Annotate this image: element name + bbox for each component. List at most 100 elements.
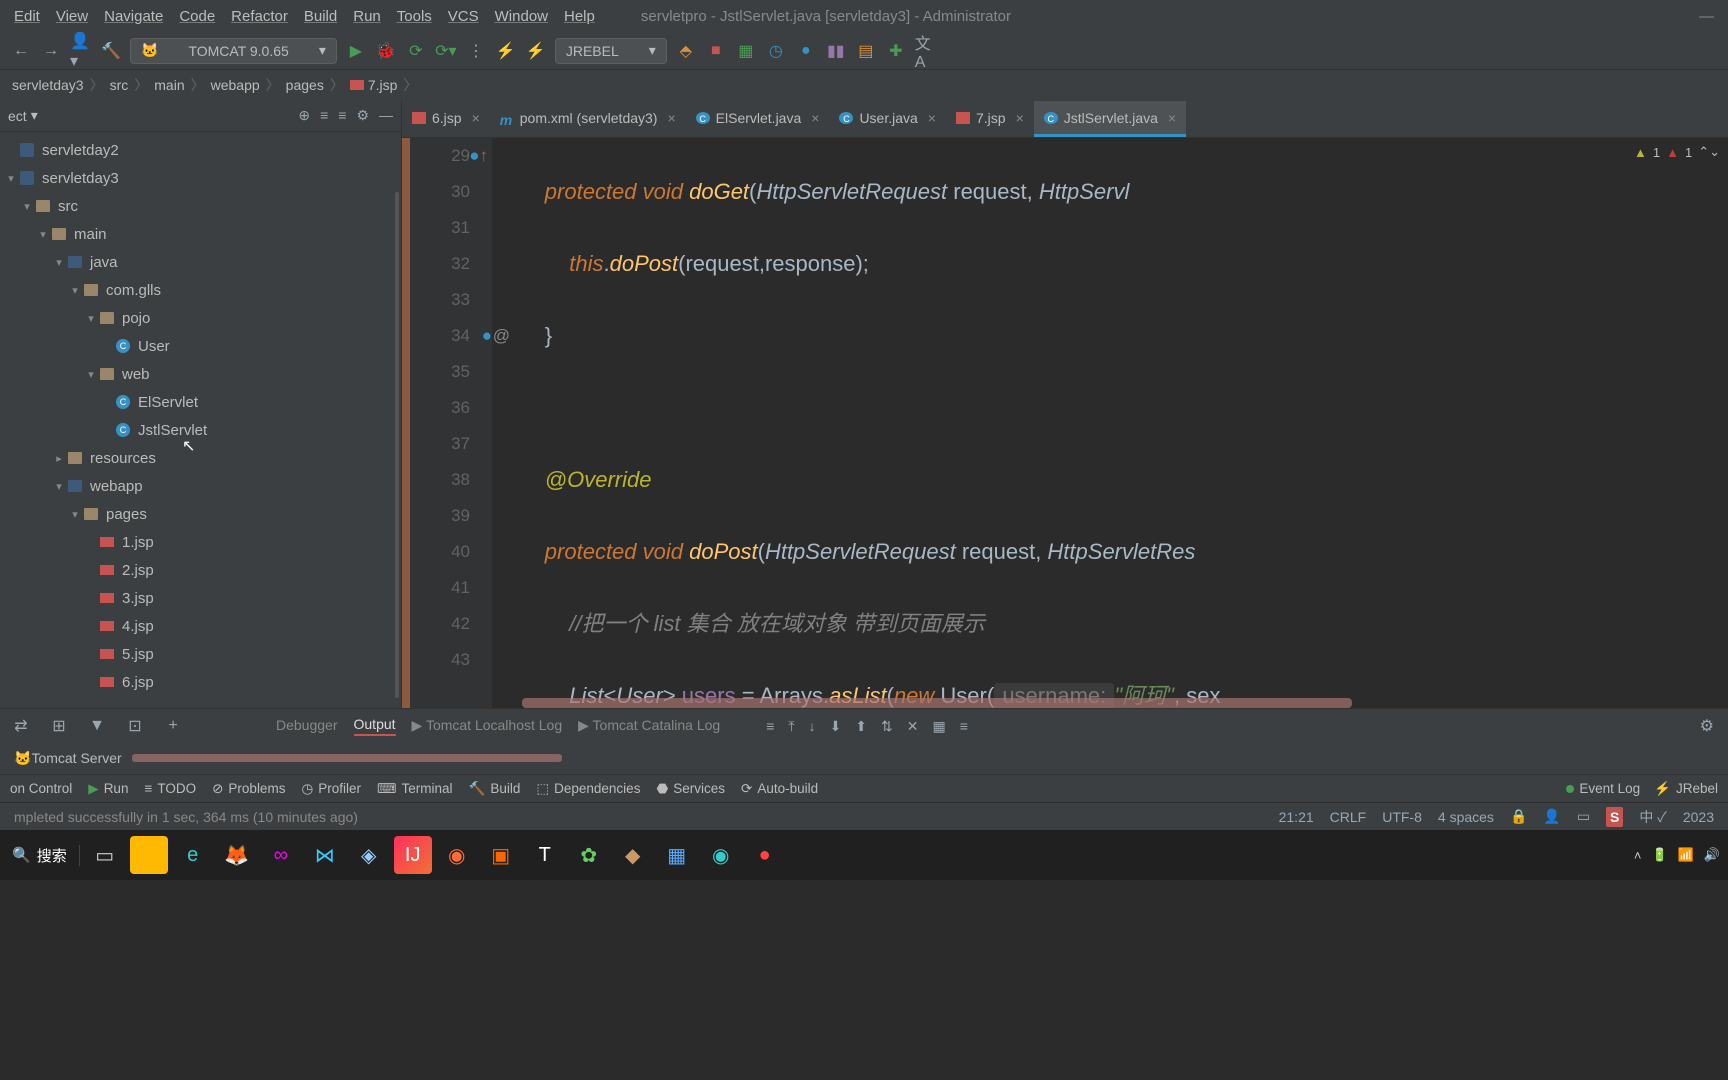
tree-row[interactable]: ▾webapp: [0, 472, 401, 500]
jrebel-run-icon[interactable]: ⚡: [495, 40, 517, 62]
close-tab-icon[interactable]: ×: [1016, 110, 1024, 126]
download-icon[interactable]: ⬇: [830, 718, 842, 735]
project-tree[interactable]: ↖ servletday2▾servletday3▾src▾main▾java▾…: [0, 132, 401, 708]
code-area[interactable]: protected void doGet(HttpServletRequest …: [492, 138, 1728, 708]
puzzle-icon[interactable]: ✚: [885, 40, 907, 62]
stop-icon[interactable]: ■: [705, 40, 727, 62]
todo-button[interactable]: ≡TODO: [144, 781, 196, 796]
record-icon[interactable]: ●: [746, 836, 784, 874]
menu-tools[interactable]: Tools: [391, 8, 438, 25]
menu-build[interactable]: Build: [298, 8, 343, 25]
line-ending[interactable]: CRLF: [1330, 809, 1367, 825]
close-tab-icon[interactable]: ×: [667, 110, 675, 126]
tree-row[interactable]: 1.jsp: [0, 528, 401, 556]
attach-icon[interactable]: ⬘: [675, 40, 697, 62]
menu-code[interactable]: Code: [173, 8, 221, 25]
menu-navigate[interactable]: Navigate: [98, 8, 169, 25]
version-control-button[interactable]: on Control: [10, 781, 72, 796]
tw-tab-localhost[interactable]: ▶ Tomcat Localhost Log: [412, 717, 563, 736]
task-view-icon[interactable]: ▭: [86, 836, 124, 874]
close-tab-icon[interactable]: ×: [472, 110, 480, 126]
jrebel-select[interactable]: JREBEL ▾: [555, 38, 667, 64]
settings-icon[interactable]: ⇄: [10, 715, 32, 737]
crumb-0[interactable]: servletday3: [12, 77, 84, 93]
hide-icon[interactable]: —: [379, 107, 393, 124]
tree-row[interactable]: ▾java: [0, 248, 401, 276]
close-tab-icon[interactable]: ×: [1168, 110, 1176, 126]
menu-run[interactable]: Run: [347, 8, 387, 25]
event-log-button[interactable]: Event Log: [1566, 781, 1640, 797]
collapse-icon[interactable]: ≡: [320, 107, 328, 124]
user-icon[interactable]: 👤▾: [70, 40, 92, 62]
app-icon-4[interactable]: ✿: [570, 836, 608, 874]
soft-wrap-icon[interactable]: ≡: [766, 718, 774, 735]
add-icon[interactable]: +: [162, 715, 184, 737]
app-icon-1[interactable]: ∞: [262, 836, 300, 874]
swap-icon[interactable]: ⇅: [881, 718, 893, 735]
chart-icon[interactable]: ▦: [735, 40, 757, 62]
close-tab-icon[interactable]: ×: [928, 110, 936, 126]
blocks-icon[interactable]: ▮▮: [825, 40, 847, 62]
gauge-icon[interactable]: ◷: [765, 40, 787, 62]
app-icon-6[interactable]: ▦: [658, 836, 696, 874]
tw-tab-debugger[interactable]: Debugger: [276, 717, 338, 735]
grid-icon[interactable]: ▦: [933, 718, 946, 735]
crumb-4[interactable]: pages: [286, 77, 324, 93]
autobuild-button[interactable]: ⟳Auto-build: [741, 781, 818, 797]
menu-window[interactable]: Window: [489, 8, 554, 25]
editor-tab[interactable]: CUser.java×: [829, 101, 946, 137]
crumb-3[interactable]: webapp: [211, 77, 260, 93]
crumb-5[interactable]: 7.jsp: [368, 77, 398, 93]
coverage-icon[interactable]: ⟳: [405, 40, 427, 62]
jrebel-button[interactable]: ⚡JRebel: [1654, 781, 1718, 797]
explorer-icon[interactable]: [130, 836, 168, 874]
scroll-end-icon[interactable]: ↓: [809, 718, 816, 735]
target-icon[interactable]: ⊕: [298, 107, 310, 124]
tree-row[interactable]: 3.jsp: [0, 584, 401, 612]
run-config-select[interactable]: 🐱 TOMCAT 9.0.65 ▾: [130, 38, 337, 64]
nav-back-icon[interactable]: ←: [10, 40, 32, 62]
editor-tab[interactable]: CElServlet.java×: [686, 101, 830, 137]
app-icon-2[interactable]: ◈: [350, 836, 388, 874]
clear-icon[interactable]: ✕: [907, 718, 919, 735]
edge-icon[interactable]: e: [174, 836, 212, 874]
app-icon-5[interactable]: ◆: [614, 836, 652, 874]
ime-indicator[interactable]: S: [1606, 807, 1623, 827]
run-button[interactable]: ▶Run: [88, 781, 128, 797]
editor-tab[interactable]: mpom.xml (servletday3)×: [490, 101, 686, 137]
editor-tab[interactable]: CJstlServlet.java×: [1034, 101, 1186, 137]
close-tab-icon[interactable]: ×: [811, 110, 819, 126]
tree-row[interactable]: ▾main: [0, 220, 401, 248]
file-encoding[interactable]: UTF-8: [1382, 809, 1422, 825]
app-icon-3[interactable]: ▣: [482, 836, 520, 874]
terminal-button[interactable]: ⌨Terminal: [377, 781, 453, 797]
crumb-2[interactable]: main: [154, 77, 184, 93]
tree-row[interactable]: 6.jsp: [0, 668, 401, 696]
vscode-icon[interactable]: ⋈: [306, 836, 344, 874]
tree-row[interactable]: 5.jsp: [0, 640, 401, 668]
profiler-button[interactable]: ◷Profiler: [301, 781, 361, 797]
postman-icon[interactable]: ◉: [438, 836, 476, 874]
menu-vcs[interactable]: VCS: [442, 8, 485, 25]
tree-row[interactable]: ▾pojo: [0, 304, 401, 332]
crumb-1[interactable]: src: [110, 77, 129, 93]
translate-icon[interactable]: 文A: [915, 40, 937, 62]
tree-row[interactable]: 4.jsp: [0, 612, 401, 640]
tree-row[interactable]: ▸resources: [0, 444, 401, 472]
tray-volume-icon[interactable]: 🔊: [1704, 847, 1720, 863]
run-icon[interactable]: ▶: [345, 40, 367, 62]
tree-row[interactable]: 2.jsp: [0, 556, 401, 584]
tray-wifi-icon[interactable]: 📶: [1678, 847, 1694, 863]
editor-tab[interactable]: 7.jsp×: [946, 101, 1034, 137]
scroll-top-icon[interactable]: ⤒: [788, 718, 794, 735]
inspection-widget[interactable]: ▲1 ▲1 ⌃⌄: [1634, 144, 1720, 160]
build-button[interactable]: 🔨Build: [469, 781, 521, 797]
tree-row[interactable]: CJstlServlet: [0, 416, 401, 444]
dependencies-button[interactable]: ⬚Dependencies: [536, 781, 640, 797]
tree-row[interactable]: ▾com.glls: [0, 276, 401, 304]
editor-body[interactable]: ▲1 ▲1 ⌃⌄ 29●↑3031323334●@353637383940414…: [402, 138, 1728, 708]
indent-setting[interactable]: 4 spaces: [1438, 809, 1494, 825]
menu-view[interactable]: View: [50, 8, 94, 25]
sliders-icon[interactable]: ≡: [960, 718, 968, 735]
toolwin-gear-icon[interactable]: ⚙: [1700, 716, 1714, 736]
